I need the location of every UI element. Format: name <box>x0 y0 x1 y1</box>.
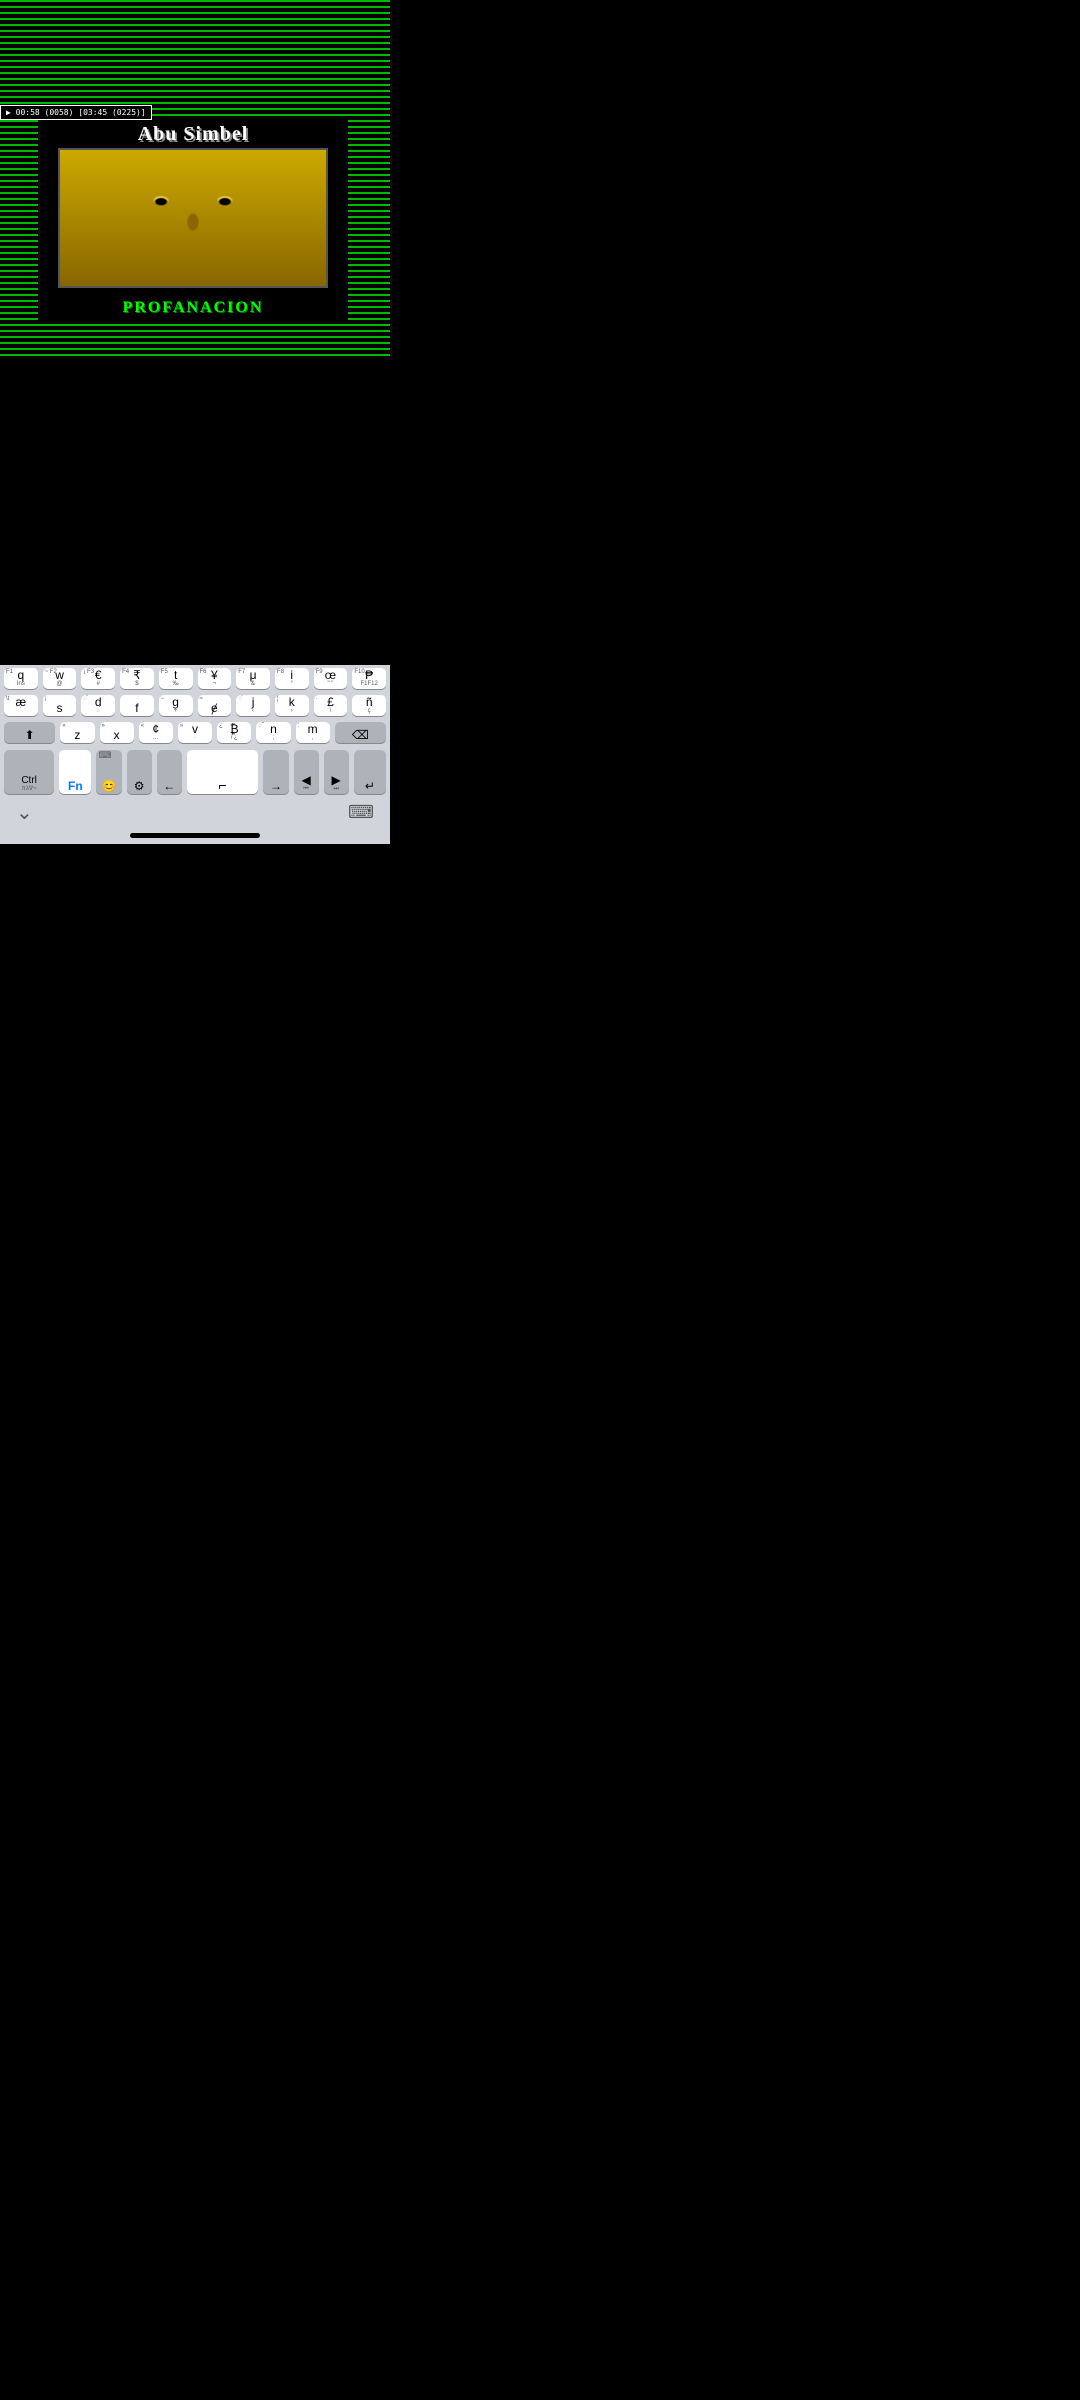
key-j[interactable]: ◌̈ j ‹ <box>236 695 270 716</box>
status-text: ▶ 00:58 (0058) [03:45 (0225)] <box>6 108 146 117</box>
home-bar <box>130 833 260 838</box>
keyboard: F1 q Ins ~ F2 w @ ¡ F3 € # F4 ₹ $ F5 t <box>0 665 390 844</box>
pharaoh-face <box>60 150 326 286</box>
game-canvas: Abu Simbel ProfanacioN <box>38 118 348 323</box>
key-y[interactable]: F6 ¥ ¬ <box>198 668 232 689</box>
status-bar: ▶ 00:58 (0058) [03:45 (0225)] <box>0 105 152 120</box>
key-semicolon[interactable]: ñ ç <box>352 695 386 716</box>
key-space[interactable]: ⌐ <box>187 750 259 794</box>
key-b[interactable]: ¿ ₿ / ¿ <box>217 722 251 743</box>
key-ctrl[interactable]: Ctrl πλ∇¬ <box>4 750 54 794</box>
key-fn[interactable]: Fn <box>59 750 91 794</box>
key-m[interactable]: : m , <box>296 722 330 743</box>
key-w[interactable]: ~ F2 w @ <box>43 668 77 689</box>
emulator-screen: ▶ 00:58 (0058) [03:45 (0225)] Abu Simbel… <box>0 0 390 360</box>
keyboard-utility-row: ⌄ ⌨ <box>0 798 390 829</box>
key-q[interactable]: F1 q Ins <box>4 668 38 689</box>
below-screen <box>0 360 390 540</box>
key-backspace[interactable]: ⌫ <box>335 722 386 743</box>
key-e[interactable]: ¡ F3 € # <box>81 668 115 689</box>
key-n[interactable]: ◌̃ n ; <box>256 722 290 743</box>
keyboard-row-2: \t æ ` ¡ s ◌̊ d ◌́ f − g + <box>0 692 390 719</box>
keyboard-toggle-button[interactable]: ⌨ <box>348 802 374 823</box>
keyboard-row-4: Ctrl πλ∇¬ Fn ⌨ 😊 ⚙ ← ⌐ <box>0 746 390 798</box>
key-p[interactable]: F10 ₱ F1F12 <box>352 668 386 689</box>
game-inner: Abu Simbel ProfanacioN <box>38 118 348 323</box>
key-arrow-left[interactable]: ← <box>157 750 182 794</box>
game-title: Abu Simbel <box>38 123 348 146</box>
key-x[interactable]: » x <box>100 722 134 743</box>
key-enter[interactable]: ↵ <box>354 750 386 794</box>
key-emoji[interactable]: ⌨ 😊 <box>96 750 121 794</box>
key-d[interactable]: ◌̊ d ◌́ <box>81 695 115 716</box>
key-u[interactable]: F7 μ & <box>236 668 270 689</box>
app-layout: ▶ 00:58 (0058) [03:45 (0225)] Abu Simbel… <box>0 0 390 844</box>
pharaoh-area <box>58 148 328 288</box>
key-nav-left[interactable]: ◀ ⏮ <box>294 750 319 794</box>
keyboard-row-3: ⬆ « z » x « ¢ … » v · <box>0 719 390 746</box>
key-arrow-right[interactable]: → <box>263 750 288 794</box>
key-t[interactable]: F5 t ‰ <box>159 668 193 689</box>
key-a[interactable]: \t æ ` <box>4 695 38 716</box>
key-c[interactable]: « ¢ … <box>139 722 173 743</box>
key-l[interactable]: · £ \ <box>314 695 348 716</box>
key-z[interactable]: « z <box>60 722 94 743</box>
home-indicator-row <box>0 829 390 844</box>
game-subtitle: ProfanacioN <box>38 299 348 317</box>
key-shift[interactable]: ⬆ <box>4 722 55 743</box>
key-settings[interactable]: ⚙ <box>127 750 152 794</box>
key-o[interactable]: F9 œ " " <box>314 668 348 689</box>
keyboard-hide-button[interactable]: ⌄ <box>16 800 33 825</box>
key-i[interactable]: F8 i ° <box>275 668 309 689</box>
key-h[interactable]: ≈ ɇ <box>198 695 232 716</box>
key-k[interactable]: ¦ k › <box>275 695 309 716</box>
key-f[interactable]: f <box>120 695 154 716</box>
key-g[interactable]: − g + <box>159 695 193 716</box>
key-s[interactable]: ¡ s <box>43 695 77 716</box>
key-v[interactable]: » v · <box>178 722 212 743</box>
key-r[interactable]: F4 ₹ $ <box>120 668 154 689</box>
keyboard-row-1: F1 q Ins ~ F2 w @ ¡ F3 € # F4 ₹ $ F5 t <box>0 665 390 692</box>
key-nav-right[interactable]: ▶ ⏭ <box>324 750 349 794</box>
